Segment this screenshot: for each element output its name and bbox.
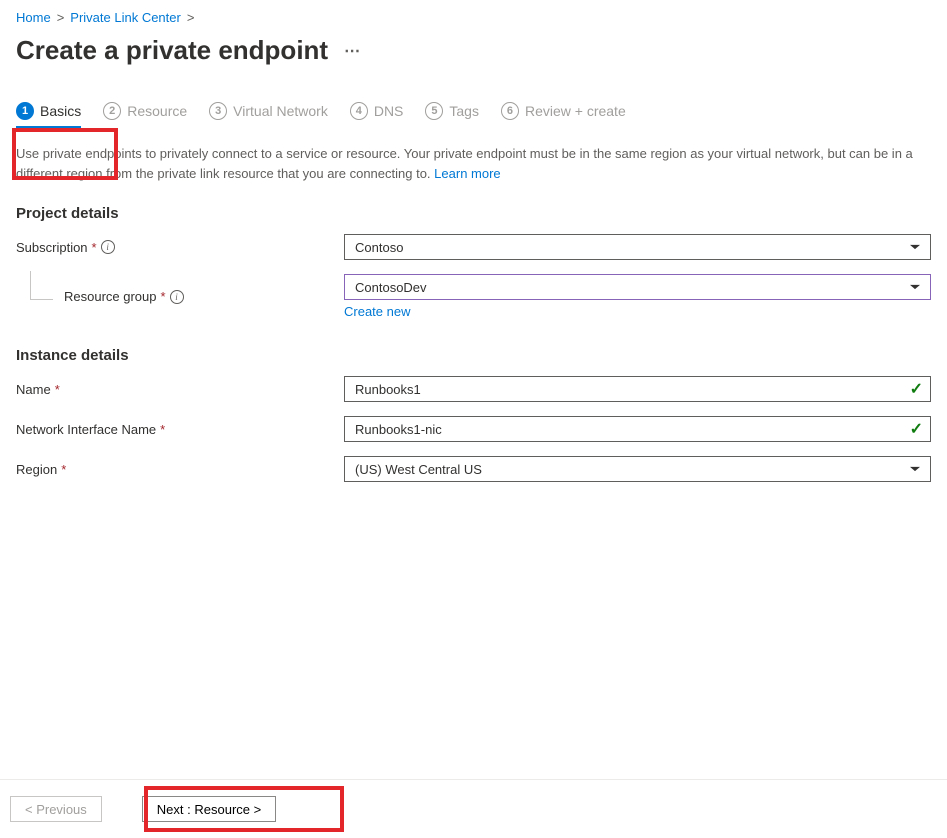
tab-label: Basics: [40, 103, 81, 119]
previous-button: < Previous: [10, 796, 102, 822]
tab-label: DNS: [374, 103, 404, 119]
tab-tags[interactable]: 5 Tags: [425, 102, 479, 126]
check-icon: ✓: [910, 419, 923, 439]
required-icon: *: [161, 289, 166, 304]
breadcrumb: Home > Private Link Center >: [16, 8, 931, 31]
section-project-details: Project details: [16, 205, 931, 222]
info-icon[interactable]: i: [170, 290, 184, 304]
step-number-icon: 2: [103, 102, 121, 120]
name-input[interactable]: [344, 376, 931, 402]
learn-more-link[interactable]: Learn more: [434, 166, 500, 181]
required-icon: *: [160, 422, 165, 437]
region-label: Region *: [16, 462, 344, 477]
step-number-icon: 5: [425, 102, 443, 120]
chevron-down-icon: [910, 245, 920, 249]
name-label: Name *: [16, 382, 344, 397]
step-number-icon: 4: [350, 102, 368, 120]
region-select[interactable]: (US) West Central US: [344, 456, 931, 482]
breadcrumb-private-link-center[interactable]: Private Link Center: [70, 10, 181, 25]
chevron-right-icon: >: [187, 10, 195, 25]
required-icon: *: [55, 382, 60, 397]
chevron-down-icon: [910, 467, 920, 471]
tab-review-create[interactable]: 6 Review + create: [501, 102, 626, 126]
resource-group-select[interactable]: ContosoDev: [344, 274, 931, 300]
resource-group-label: Resource group * i: [16, 289, 344, 304]
more-actions-icon[interactable]: ⋯: [344, 41, 362, 61]
required-icon: *: [61, 462, 66, 477]
subscription-label: Subscription * i: [16, 240, 344, 255]
step-number-icon: 6: [501, 102, 519, 120]
tab-label: Virtual Network: [233, 103, 328, 119]
tab-label: Review + create: [525, 103, 626, 119]
tab-basics[interactable]: 1 Basics: [16, 102, 81, 126]
create-new-link[interactable]: Create new: [344, 304, 410, 319]
check-icon: ✓: [910, 379, 923, 399]
tab-virtual-network[interactable]: 3 Virtual Network: [209, 102, 328, 126]
tab-label: Tags: [449, 103, 479, 119]
chevron-down-icon: [910, 285, 920, 289]
subscription-select[interactable]: Contoso: [344, 234, 931, 260]
required-icon: *: [92, 240, 97, 255]
nic-name-input[interactable]: [344, 416, 931, 442]
tab-resource[interactable]: 2 Resource: [103, 102, 187, 126]
breadcrumb-home[interactable]: Home: [16, 10, 51, 25]
page-description: Use private endpoints to privately conne…: [16, 144, 926, 183]
footer-bar: < Previous Next : Resource >: [0, 779, 947, 838]
section-instance-details: Instance details: [16, 347, 931, 364]
step-number-icon: 1: [16, 102, 34, 120]
info-icon[interactable]: i: [101, 240, 115, 254]
chevron-right-icon: >: [57, 10, 65, 25]
page-title: Create a private endpoint ⋯: [16, 35, 931, 66]
wizard-tabs: 1 Basics 2 Resource 3 Virtual Network 4 …: [16, 102, 931, 126]
tab-dns[interactable]: 4 DNS: [350, 102, 404, 126]
nic-name-label: Network Interface Name *: [16, 422, 344, 437]
tab-label: Resource: [127, 103, 187, 119]
step-number-icon: 3: [209, 102, 227, 120]
next-button[interactable]: Next : Resource >: [142, 796, 276, 822]
